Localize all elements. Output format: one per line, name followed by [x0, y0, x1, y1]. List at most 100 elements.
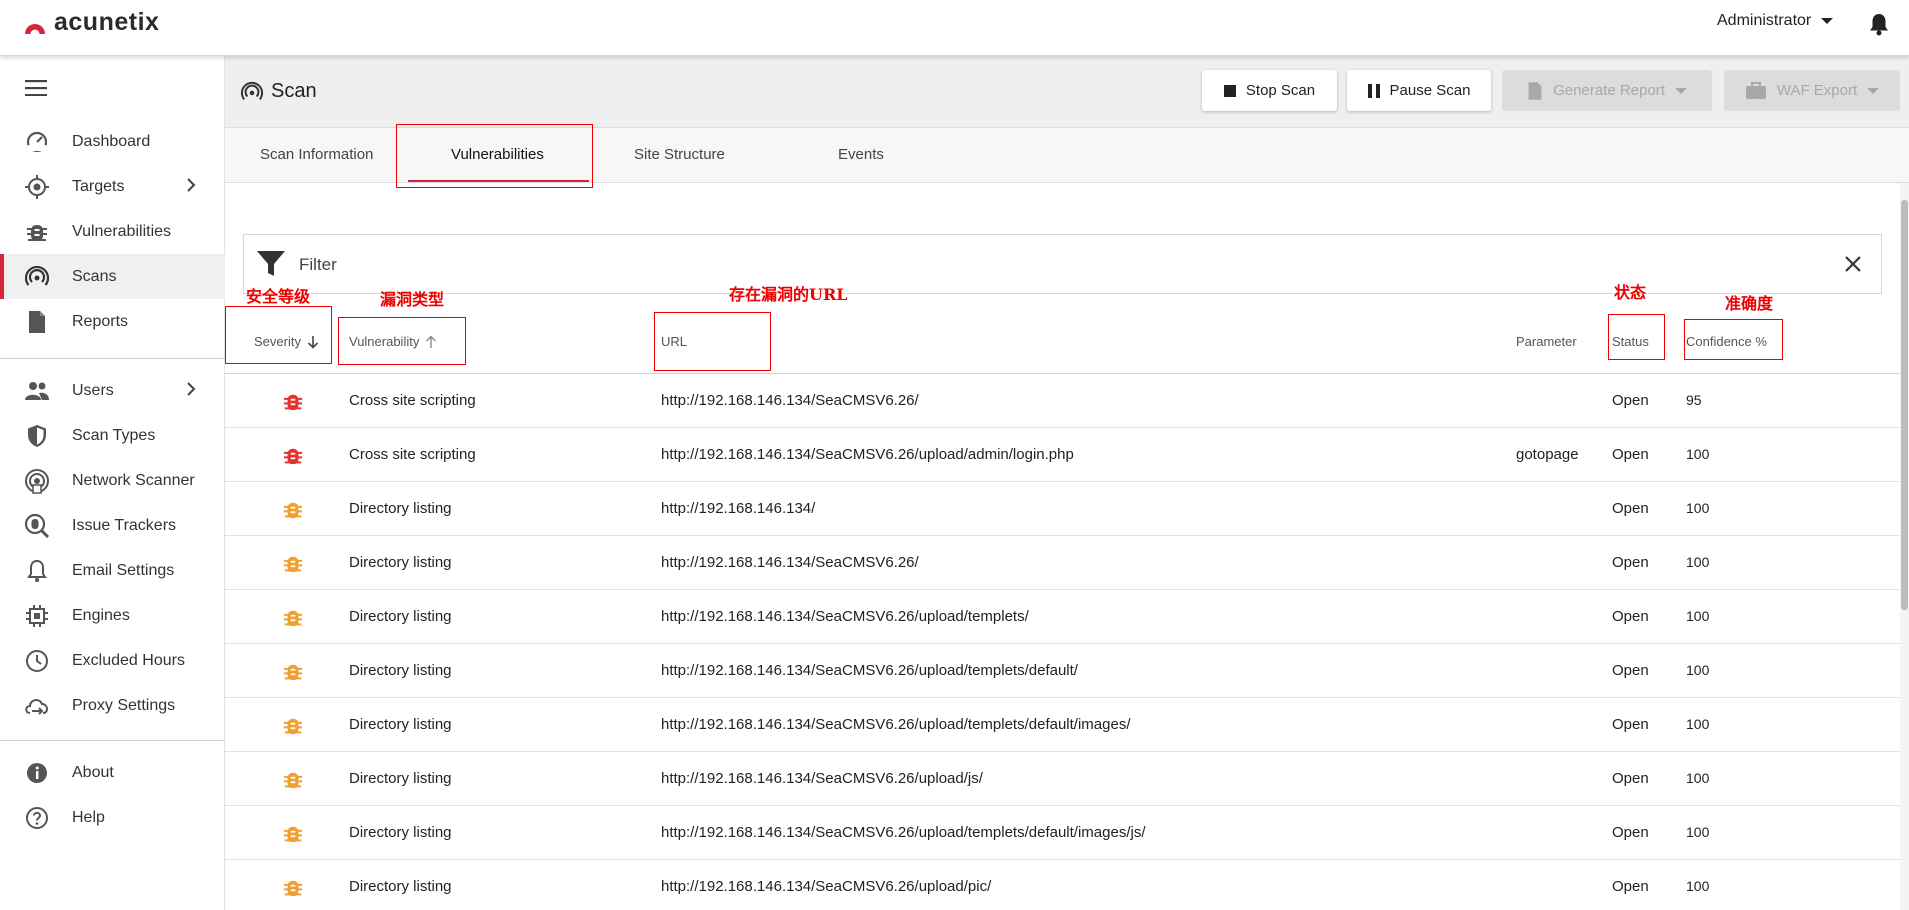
vulnerability-status: Open [1612, 392, 1649, 409]
sidebar-item-engines[interactable]: Engines [0, 593, 225, 638]
sidebar-item-email-settings[interactable]: Email Settings [0, 548, 225, 593]
vulnerability-name: Directory listing [349, 662, 452, 679]
active-tab-indicator [408, 180, 589, 182]
stop-scan-button[interactable]: Stop Scan [1202, 70, 1337, 111]
column-header-confidence[interactable]: Confidence % [1686, 334, 1767, 349]
pause-icon [1367, 83, 1380, 98]
vulnerability-url: http://192.168.146.134/SeaCMSV6.26/uploa… [661, 662, 1078, 679]
report-icon [1528, 81, 1542, 100]
radar-icon [24, 264, 50, 290]
content-header: Scan Stop Scan Pause Scan Generate Repor… [225, 56, 1909, 128]
tab-scan-information[interactable]: Scan Information [260, 146, 373, 163]
pause-scan-button[interactable]: Pause Scan [1347, 70, 1491, 111]
bell-icon [24, 558, 50, 584]
generate-report-button[interactable]: Generate Report [1502, 70, 1712, 111]
column-header-parameter[interactable]: Parameter [1516, 334, 1577, 349]
close-icon[interactable] [1844, 255, 1862, 278]
vulnerability-status: Open [1612, 824, 1649, 841]
sidebar-item-scan-types[interactable]: Scan Types [0, 413, 225, 458]
sidebar-item-label: Network Scanner [72, 471, 195, 489]
annotation-url: 存在漏洞的URL [729, 285, 848, 304]
column-header-vulnerability[interactable]: Vulnerability [349, 334, 437, 349]
table-row[interactable]: Directory listing http://192.168.146.134… [225, 860, 1909, 910]
notifications-bell-icon[interactable] [1868, 12, 1890, 41]
issue-tracker-icon [24, 513, 50, 539]
table-row[interactable]: Cross site scripting http://192.168.146.… [225, 374, 1909, 428]
stop-icon [1223, 84, 1236, 97]
vulnerability-parameter: gotopage [1516, 446, 1579, 463]
waf-export-button[interactable]: WAF Export [1724, 70, 1900, 111]
table-row[interactable]: Directory listing http://192.168.146.134… [225, 644, 1909, 698]
sidebar-item-vulnerabilities[interactable]: Vulnerabilities [0, 209, 225, 254]
chevron-down-icon [1821, 18, 1834, 24]
sidebar-item-label: Excluded Hours [72, 651, 185, 669]
vulnerability-confidence: 100 [1686, 824, 1710, 840]
vulnerability-name: Cross site scripting [349, 392, 476, 409]
sidebar-divider [0, 358, 225, 359]
user-menu[interactable]: Administrator [1717, 12, 1834, 30]
sidebar-item-label: Proxy Settings [72, 696, 176, 714]
vulnerability-confidence: 100 [1686, 446, 1710, 462]
sidebar-item-reports[interactable]: Reports [0, 299, 225, 344]
vulnerability-url: http://192.168.146.134/SeaCMSV6.26/uploa… [661, 770, 983, 787]
sidebar-item-excluded-hours[interactable]: Excluded Hours [0, 638, 225, 683]
column-header-url[interactable]: URL [661, 334, 687, 349]
tab-vulnerabilities[interactable]: Vulnerabilities [451, 146, 544, 163]
vulnerability-status: Open [1612, 770, 1649, 787]
sidebar-item-scans[interactable]: Scans [0, 254, 225, 299]
table-row[interactable]: Directory listing http://192.168.146.134… [225, 752, 1909, 806]
column-header-severity[interactable]: Severity [254, 334, 319, 349]
annotation-confidence: 准确度 [1725, 294, 1774, 313]
sidebar-item-proxy-settings[interactable]: Proxy Settings [0, 683, 225, 728]
logo-text: acunetix [54, 8, 160, 36]
table-row[interactable]: Directory listing http://192.168.146.134… [225, 482, 1909, 536]
table-row[interactable]: Directory listing http://192.168.146.134… [225, 536, 1909, 590]
generate-report-label: Generate Report [1553, 82, 1665, 99]
vulnerability-status: Open [1612, 716, 1649, 733]
sidebar-divider [0, 740, 225, 741]
vulnerability-name: Directory listing [349, 716, 452, 733]
sidebar-item-dashboard[interactable]: Dashboard [0, 119, 225, 164]
sidebar-item-label: About [72, 763, 114, 781]
table-row[interactable]: Directory listing http://192.168.146.134… [225, 698, 1909, 752]
scrollbar-thumb[interactable] [1901, 200, 1908, 610]
scan-tabs: Scan Information Vulnerabilities Site St… [225, 128, 1909, 183]
page-title: Scan [241, 80, 317, 103]
sidebar-item-issue-trackers[interactable]: Issue Trackers [0, 503, 225, 548]
table-row[interactable]: Directory listing http://192.168.146.134… [225, 590, 1909, 644]
column-header-status[interactable]: Status [1612, 334, 1649, 349]
vulnerability-status: Open [1612, 554, 1649, 571]
info-icon [24, 760, 50, 786]
sidebar-item-label: Email Settings [72, 561, 175, 579]
sidebar-item-users[interactable]: Users [0, 368, 225, 413]
chevron-down-icon [1867, 87, 1880, 94]
sidebar-item-label: Targets [72, 177, 125, 195]
vulnerability-confidence: 100 [1686, 770, 1710, 786]
sidebar-item-network-scanner[interactable]: Network Scanner [0, 458, 225, 503]
sidebar-item-label: Users [72, 381, 114, 399]
sidebar-item-targets[interactable]: Targets [0, 164, 225, 209]
sidebar-item-about[interactable]: About [0, 750, 225, 795]
sidebar-item-help[interactable]: Help [0, 795, 225, 840]
vulnerability-status: Open [1612, 608, 1649, 625]
vulnerability-confidence: 100 [1686, 608, 1710, 624]
vulnerability-url: http://192.168.146.134/SeaCMSV6.26/uploa… [661, 446, 1074, 463]
hamburger-menu-icon[interactable] [25, 80, 47, 101]
tab-events[interactable]: Events [838, 146, 884, 163]
gauge-icon [24, 129, 50, 155]
acunetix-logo[interactable]: acunetix [22, 8, 159, 37]
vulnerability-confidence: 100 [1686, 554, 1710, 570]
vulnerability-name: Directory listing [349, 878, 452, 895]
tab-site-structure[interactable]: Site Structure [634, 146, 725, 163]
sidebar-item-label: Dashboard [72, 132, 151, 150]
page-title-text: Scan [271, 80, 317, 102]
chip-icon [24, 603, 50, 629]
table-row[interactable]: Cross site scripting http://192.168.146.… [225, 428, 1909, 482]
sidebar-item-label: Help [72, 808, 105, 826]
clock-icon [24, 648, 50, 674]
vulnerability-status: Open [1612, 500, 1649, 517]
sidebar-item-label: Engines [72, 606, 130, 624]
sidebar-item-label: Scans [72, 267, 117, 285]
table-row[interactable]: Directory listing http://192.168.146.134… [225, 806, 1909, 860]
stop-scan-label: Stop Scan [1245, 82, 1316, 99]
